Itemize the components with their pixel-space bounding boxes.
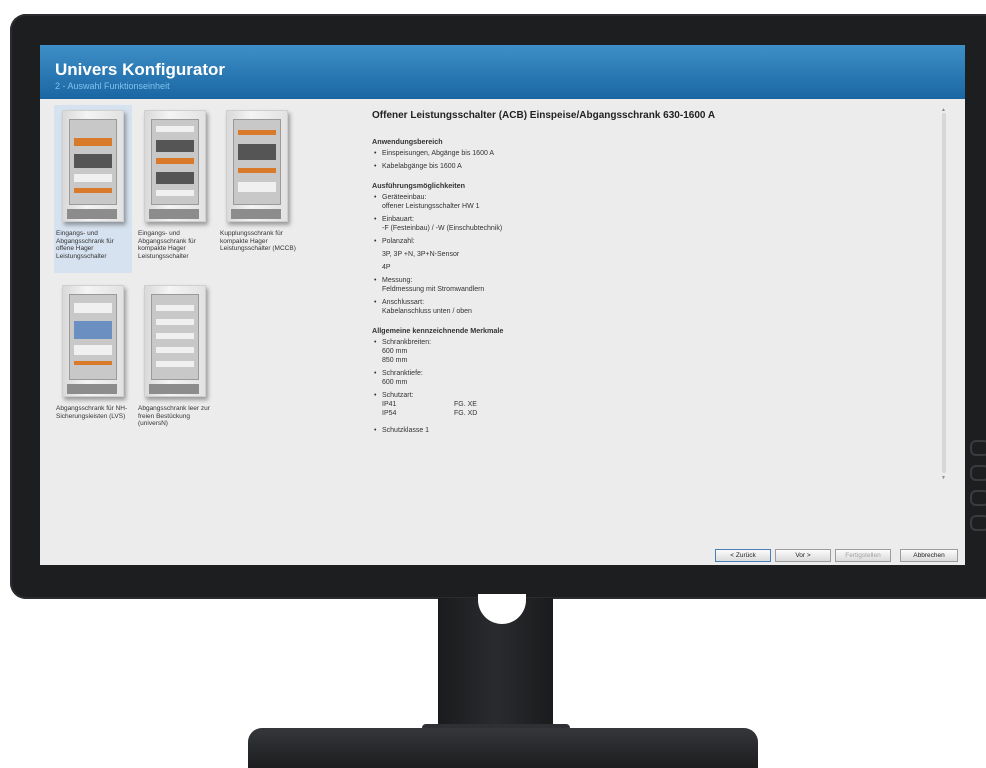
cabinet-image	[144, 285, 206, 397]
detail-heading: Offener Leistungsschalter (ACB) Einspeis…	[372, 110, 716, 121]
section-heading: Anwendungsbereich	[372, 137, 443, 146]
monitor-stand-base	[248, 728, 758, 768]
cabinet-tile-lvs[interactable]: Abgangsschrank für NH-Sicherungsleisten …	[54, 280, 132, 448]
cabinet-tile-label: Abgangsschrank leer zur freien Bestückun…	[138, 405, 210, 427]
detail-panel: Offener Leistungsschalter (ACB) Einspeis…	[360, 105, 950, 525]
list-value: 4P	[382, 264, 391, 271]
list-value: 3P, 3P +N, 3P+N-Sensor	[382, 251, 460, 258]
cancel-button[interactable]: Abbrechen	[900, 549, 958, 562]
next-button[interactable]: Vor >	[775, 549, 831, 562]
back-button[interactable]: < Zurück	[715, 549, 771, 562]
cabinet-image	[144, 110, 206, 222]
list-item: Messung:Feldmessung mit Stromwandlern	[372, 276, 932, 294]
monitor-button	[970, 440, 986, 456]
monitor-button	[970, 515, 986, 531]
cabinet-tile-coupling[interactable]: Kupplungsschrank für kompakte Hager Leis…	[218, 105, 296, 273]
app-window: Univers Konfigurator 2 - Auswahl Funktio…	[40, 45, 965, 565]
cabinet-tile-label: Abgangsschrank für NH-Sicherungsleisten …	[56, 405, 128, 420]
scroll-up-icon[interactable]: ▲	[941, 107, 946, 113]
cabinet-tile-empty[interactable]: Abgangsschrank leer zur freien Bestückun…	[136, 280, 214, 448]
section-heading: Allgemeine kennzeichnende Merkmale	[372, 326, 504, 335]
list-item: Einbauart:-F (Festeinbau) / -W (Einschub…	[372, 215, 932, 233]
list-item: Einspeisungen, Abgänge bis 1600 A	[372, 149, 932, 158]
cabinet-tile-mccb[interactable]: Eingangs- und Abgangsschrank für kompakt…	[136, 105, 214, 273]
wizard-button-bar: < Zurück Vor > Fertigstellen Abbrechen	[40, 545, 965, 565]
monitor-button	[970, 490, 986, 506]
app-title: Univers Konfigurator	[55, 60, 226, 79]
list-item: Geräteeinbau:offener Leistungsschalter H…	[372, 193, 932, 211]
list-item: Kabelabgänge bis 1600 A	[372, 162, 932, 171]
detail-content: Anwendungsbereich Einspeisungen, Abgänge…	[372, 137, 932, 439]
cabinet-image	[62, 110, 124, 222]
finish-button[interactable]: Fertigstellen	[835, 549, 891, 562]
cabinet-tile-label: Kupplungsschrank für kompakte Hager Leis…	[220, 230, 296, 252]
list-item: Schranktiefe:600 mm	[372, 369, 932, 387]
list-item: Anschlussart:Kabelanschluss unten / oben	[372, 298, 932, 316]
list-item: Schutzklasse 1	[372, 426, 932, 435]
step-subtitle: 2 - Auswahl Funktionseinheit	[55, 81, 170, 91]
scroll-down-icon[interactable]: ▼	[941, 475, 946, 481]
list-item: Polanzahl:	[372, 237, 932, 246]
title-bar: Univers Konfigurator 2 - Auswahl Funktio…	[40, 45, 965, 99]
cabinet-selection-panel: Eingangs- und Abgangsschrank für offene …	[54, 105, 354, 525]
cabinet-tile-label: Eingangs- und Abgangsschrank für kompakt…	[138, 230, 196, 260]
cabinet-image	[62, 285, 124, 397]
list-item: Schrankbreiten:600 mm850 mm	[372, 338, 932, 365]
scrollbar[interactable]	[942, 113, 946, 473]
cabinet-image	[226, 110, 288, 222]
list-item: Schutzart: IP41FG. XE IP54FG. XD	[372, 391, 932, 418]
section-heading: Ausführungsmöglichkeiten	[372, 181, 466, 190]
cabinet-tile-acb[interactable]: Eingangs- und Abgangsschrank für offene …	[54, 105, 132, 273]
monitor-button	[970, 465, 986, 481]
cabinet-tile-label: Eingangs- und Abgangsschrank für offene …	[56, 230, 114, 260]
